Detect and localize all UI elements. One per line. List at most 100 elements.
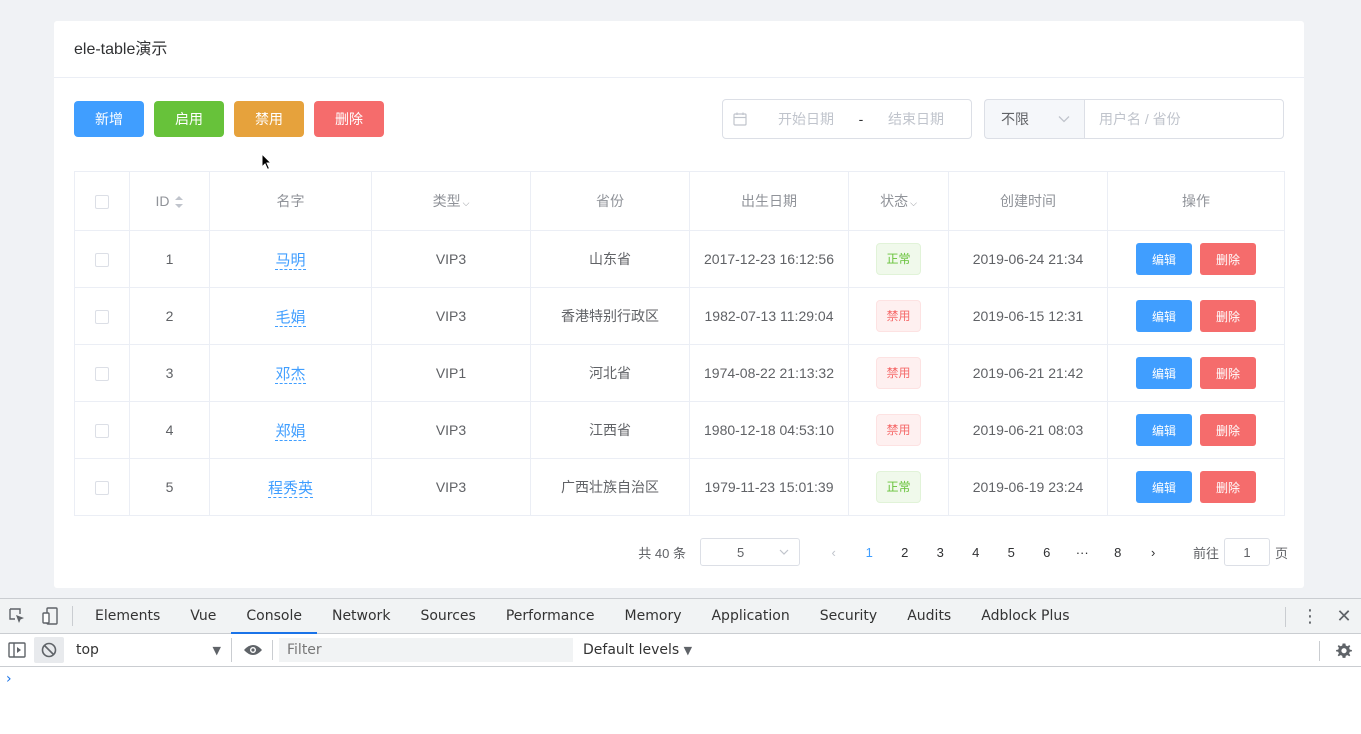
cell-name: 马明 xyxy=(209,230,372,288)
user-table: ID 名字 类型 ⌵ 省份 出生日期 状态 ⌵ 创建时间 操作 1 马明 VIP3 … xyxy=(74,171,1285,516)
more-options-icon[interactable]: ⋮ xyxy=(1293,600,1327,634)
cell-status: 禁用 xyxy=(848,287,949,345)
cell-id: 1 xyxy=(129,230,210,288)
more-pages-icon[interactable]: ··· xyxy=(1064,545,1100,560)
name-link[interactable]: 程秀英 xyxy=(267,479,313,498)
table-row: 1 马明 VIP3 山东省 2017-12-23 16:12:56 正常 201… xyxy=(74,230,1285,288)
cell-id: 4 xyxy=(129,401,210,459)
status-badge: 正常 xyxy=(876,471,921,503)
column-header-id[interactable]: ID xyxy=(129,171,210,231)
search-input[interactable] xyxy=(1084,99,1284,139)
sort-caret-icon[interactable] xyxy=(174,195,184,209)
chevron-down-icon xyxy=(779,549,789,555)
filter-arrow-icon[interactable]: ⌵ xyxy=(463,198,470,208)
row-delete-button[interactable]: 删除 xyxy=(1200,243,1256,275)
log-levels-select[interactable]: Default levels ▼ xyxy=(583,642,692,658)
devtools-tab-console[interactable]: Console xyxy=(231,599,317,634)
context-select[interactable]: top ▼ xyxy=(64,638,232,662)
name-link[interactable]: 毛娟 xyxy=(275,308,306,327)
device-toolbar-icon[interactable] xyxy=(34,599,68,633)
row-checkbox[interactable] xyxy=(95,481,109,496)
cell-created: 2019-06-19 23:24 xyxy=(948,458,1108,516)
filter-arrow-icon[interactable]: ⌵ xyxy=(910,198,917,208)
row-checkbox[interactable] xyxy=(95,310,109,325)
clear-console-icon[interactable] xyxy=(34,637,64,663)
total-count: 共 40 条 xyxy=(638,545,686,561)
end-date-input[interactable]: 结束日期 xyxy=(871,109,961,129)
page-number[interactable]: 3 xyxy=(922,545,958,560)
row-delete-button[interactable]: 删除 xyxy=(1200,300,1256,332)
column-header-status[interactable]: 状态 ⌵ xyxy=(848,171,949,231)
devtools-tab-performance[interactable]: Performance xyxy=(491,599,610,634)
edit-button[interactable]: 编辑 xyxy=(1136,357,1192,389)
range-separator: - xyxy=(858,111,864,127)
eye-icon[interactable] xyxy=(236,633,270,667)
page-number[interactable]: 1 xyxy=(851,545,887,560)
chevron-down-icon xyxy=(1058,116,1070,123)
table-header-row: ID 名字 类型 ⌵ 省份 出生日期 状态 ⌵ 创建时间 操作 xyxy=(74,171,1285,231)
mouse-cursor-icon xyxy=(261,153,273,171)
row-select-cell xyxy=(74,287,130,345)
row-delete-button[interactable]: 删除 xyxy=(1200,471,1256,503)
devtools-tab-adblock-plus[interactable]: Adblock Plus xyxy=(966,599,1084,634)
select-all-cell xyxy=(74,171,130,231)
status-badge: 禁用 xyxy=(876,357,921,389)
console-filter-input[interactable] xyxy=(279,638,573,662)
next-page-icon[interactable]: › xyxy=(1135,545,1171,560)
disable-button[interactable]: 禁用 xyxy=(234,101,304,137)
cell-status: 正常 xyxy=(848,230,949,288)
date-range-picker[interactable]: 开始日期 - 结束日期 xyxy=(722,99,972,139)
sidebar-toggle-icon[interactable] xyxy=(0,633,34,667)
gear-icon[interactable] xyxy=(1327,634,1361,668)
page-number[interactable]: 4 xyxy=(958,545,994,560)
delete-button[interactable]: 删除 xyxy=(314,101,384,137)
page-number[interactable]: 5 xyxy=(993,545,1029,560)
row-delete-button[interactable]: 删除 xyxy=(1200,414,1256,446)
cell-type: VIP3 xyxy=(371,287,531,345)
edit-button[interactable]: 编辑 xyxy=(1136,300,1192,332)
cell-type: VIP3 xyxy=(371,401,531,459)
start-date-input[interactable]: 开始日期 xyxy=(761,109,851,129)
devtools-tabbar: Elements Vue Console Network Sources Performa… xyxy=(0,599,1361,634)
dropdown-arrow-icon: ▼ xyxy=(212,643,221,657)
type-select-value: 不限 xyxy=(1001,111,1029,127)
devtools-tab-audits[interactable]: Audits xyxy=(892,599,966,634)
devtools-tab-vue[interactable]: Vue xyxy=(175,599,231,634)
edit-button[interactable]: 编辑 xyxy=(1136,414,1192,446)
enable-button[interactable]: 启用 xyxy=(154,101,224,137)
name-link[interactable]: 马明 xyxy=(275,251,306,270)
devtools-tab-elements[interactable]: Elements xyxy=(80,599,175,634)
name-link[interactable]: 郑娟 xyxy=(275,422,306,441)
prev-page-icon[interactable]: ‹ xyxy=(816,545,852,560)
cell-id: 5 xyxy=(129,458,210,516)
devtools-tab-sources[interactable]: Sources xyxy=(405,599,490,634)
console-output[interactable]: › xyxy=(0,667,1361,733)
devtools-tab-network[interactable]: Network xyxy=(317,599,405,634)
row-delete-button[interactable]: 删除 xyxy=(1200,357,1256,389)
row-checkbox[interactable] xyxy=(95,253,109,268)
devtools-tab-security[interactable]: Security xyxy=(805,599,893,634)
page-number[interactable]: 6 xyxy=(1029,545,1065,560)
add-button[interactable]: 新增 xyxy=(74,101,144,137)
cell-birth: 1980-12-18 04:53:10 xyxy=(689,401,849,459)
page-number[interactable]: 8 xyxy=(1100,545,1136,560)
page-size-select[interactable]: 5 xyxy=(699,538,800,566)
row-checkbox[interactable] xyxy=(95,367,109,382)
inspect-element-icon[interactable] xyxy=(0,599,34,633)
edit-button[interactable]: 编辑 xyxy=(1136,243,1192,275)
devtools-tab-application[interactable]: Application xyxy=(696,599,804,634)
name-link[interactable]: 邓杰 xyxy=(275,365,306,384)
column-header-birth: 出生日期 xyxy=(689,171,849,231)
table-row: 3 邓杰 VIP1 河北省 1974-08-22 21:13:32 禁用 201… xyxy=(74,344,1285,402)
column-header-type[interactable]: 类型 ⌵ xyxy=(371,171,531,231)
cell-created: 2019-06-24 21:34 xyxy=(948,230,1108,288)
table-row: 5 程秀英 VIP3 广西壮族自治区 1979-11-23 15:01:39 正… xyxy=(74,458,1285,516)
type-select[interactable]: 不限 xyxy=(984,99,1084,139)
page-number[interactable]: 2 xyxy=(887,545,923,560)
goto-page-input[interactable] xyxy=(1223,538,1270,566)
devtools-tab-memory[interactable]: Memory xyxy=(610,599,697,634)
edit-button[interactable]: 编辑 xyxy=(1136,471,1192,503)
select-all-checkbox[interactable] xyxy=(95,195,109,210)
row-checkbox[interactable] xyxy=(95,424,109,439)
close-icon[interactable]: ✕ xyxy=(1327,600,1361,634)
